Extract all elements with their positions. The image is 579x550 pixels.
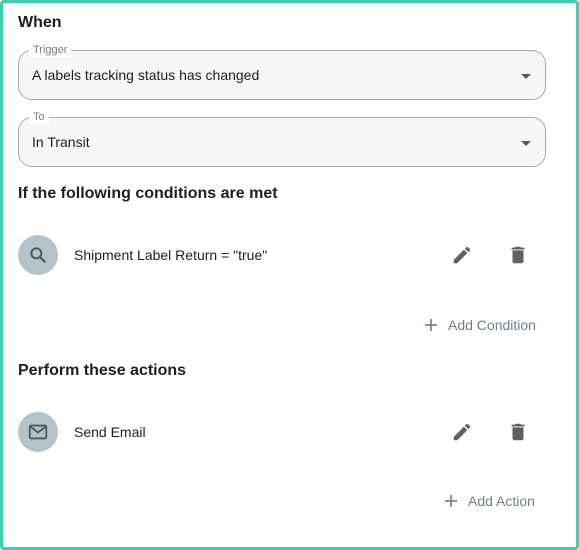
chevron-down-icon[interactable] <box>521 141 531 146</box>
pencil-icon <box>453 246 471 264</box>
condition-label: Shipment Label Return = "true" <box>74 247 268 263</box>
when-section-title: When <box>18 14 62 31</box>
search-icon <box>30 247 46 263</box>
condition-row: Shipment Label Return = "true" <box>18 235 546 275</box>
add-condition-button[interactable]: Add Condition <box>424 317 536 333</box>
trigger-value: A labels tracking status has changed <box>32 67 260 83</box>
add-condition-label: Add Condition <box>448 317 536 333</box>
add-action-button[interactable]: Add Action <box>444 493 535 509</box>
actions-section-title: Perform these actions <box>18 362 187 379</box>
chevron-down-icon[interactable] <box>521 74 531 79</box>
pencil-icon <box>453 423 471 441</box>
add-action-label: Add Action <box>468 493 535 509</box>
action-row: Send Email <box>18 412 546 452</box>
action-avatar <box>18 412 58 452</box>
plus-icon <box>425 319 437 331</box>
envelope-icon <box>28 424 48 440</box>
edit-action-button[interactable] <box>450 420 474 444</box>
condition-avatar <box>18 235 58 275</box>
action-label: Send Email <box>74 424 146 440</box>
to-legend: To <box>29 110 49 124</box>
trigger-legend: Trigger <box>29 43 72 57</box>
to-select[interactable]: To In Transit <box>18 110 546 167</box>
plus-icon <box>445 495 457 507</box>
conditions-section-title: If the following conditions are met <box>18 185 278 202</box>
delete-action-button[interactable] <box>506 420 530 444</box>
trigger-select[interactable]: Trigger A labels tracking status has cha… <box>18 43 546 100</box>
trash-icon <box>511 423 525 441</box>
delete-condition-button[interactable] <box>506 243 530 267</box>
edit-condition-button[interactable] <box>450 243 474 267</box>
to-value: In Transit <box>32 134 90 150</box>
trash-icon <box>511 246 525 264</box>
